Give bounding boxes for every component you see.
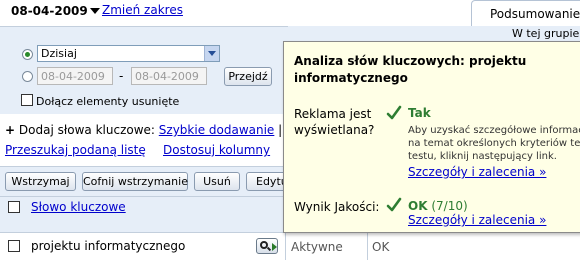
- popup-title: Analiza słów kluczowych: projektu inform…: [294, 54, 527, 85]
- date-to-input[interactable]: 08-04-2009: [131, 67, 207, 85]
- keyword-cell: projektu informatycznego: [31, 239, 186, 253]
- ad-shown-label: Reklama jest wyświetlana?: [294, 107, 375, 137]
- chevron-down-icon[interactable]: [204, 46, 219, 61]
- checkmark-icon: [386, 197, 402, 212]
- select-all-checkbox[interactable]: [8, 201, 20, 213]
- triangle-down-icon[interactable]: [90, 8, 100, 14]
- plus-icon: +: [5, 123, 16, 137]
- custom-range-radio[interactable]: [22, 71, 33, 82]
- add-keywords-line: + Dodaj słowa kluczowe: Szybkie dodawani…: [5, 123, 295, 137]
- description-line: na temat określonych kryteriów tego: [408, 138, 580, 149]
- checkmark-icon: [386, 105, 402, 120]
- keyword-analysis-button[interactable]: [256, 238, 278, 254]
- quality-score-value: OK (7/10): [408, 199, 468, 213]
- date-separator: -: [119, 69, 124, 83]
- preset-range-select[interactable]: Dzisiaj: [37, 45, 220, 62]
- preset-range-radio[interactable]: [22, 49, 33, 60]
- resume-button[interactable]: Cofnij wstrzymanie: [82, 172, 188, 191]
- go-button[interactable]: Przejdź: [224, 67, 272, 86]
- play-arrow-icon: [272, 243, 277, 251]
- description-line: Aby uzyskać szczegółowe informac: [408, 125, 580, 136]
- current-date: 08-04-2009: [11, 4, 88, 18]
- delete-button[interactable]: Usuń: [194, 172, 240, 191]
- include-deleted-checkbox[interactable]: [21, 94, 33, 106]
- add-keywords-label: Dodaj słowa kluczowe:: [18, 123, 155, 137]
- include-deleted-label: Dołącz elementy usunięte: [36, 95, 180, 108]
- keyword-column-header[interactable]: Słowo kluczowe: [31, 200, 126, 214]
- ad-shown-description: Aby uzyskać szczegółowe informac na tema…: [408, 124, 580, 163]
- keyword-analysis-popup: Analiza słów kluczowych: projektu inform…: [283, 41, 580, 233]
- side-group-label: W tej grupie: [512, 27, 580, 40]
- ad-shown-value: Tak: [408, 106, 431, 120]
- details-link-quality[interactable]: Szczegóły i zalecenia »: [408, 213, 546, 227]
- quality-score-label: Wynik Jakości:: [294, 200, 380, 214]
- description-line: testu, kliknij następujący link.: [408, 151, 557, 162]
- tab-summary[interactable]: Podsumowanie: [471, 0, 580, 27]
- quality-status: OK: [408, 199, 428, 213]
- pause-button[interactable]: Wstrzymaj: [5, 172, 76, 191]
- date-from-input[interactable]: 08-04-2009: [37, 67, 113, 85]
- search-list-link[interactable]: Przeszukaj podaną listę: [5, 143, 146, 157]
- quality-score: (7/10): [431, 199, 468, 213]
- customize-columns-link[interactable]: Dostosuj kolumny: [163, 143, 270, 157]
- quick-add-link[interactable]: Szybkie dodawanie: [159, 123, 275, 137]
- status-cell: Aktywne: [291, 240, 343, 254]
- link-separator: |: [278, 123, 283, 137]
- row-checkbox[interactable]: [8, 240, 20, 252]
- quality-cell: OK: [372, 240, 390, 254]
- details-link-ad[interactable]: Szczegóły i zalecenia »: [408, 165, 546, 179]
- change-range-link[interactable]: Zmień zakres: [102, 3, 183, 17]
- preset-range-value: Dzisiaj: [41, 47, 77, 60]
